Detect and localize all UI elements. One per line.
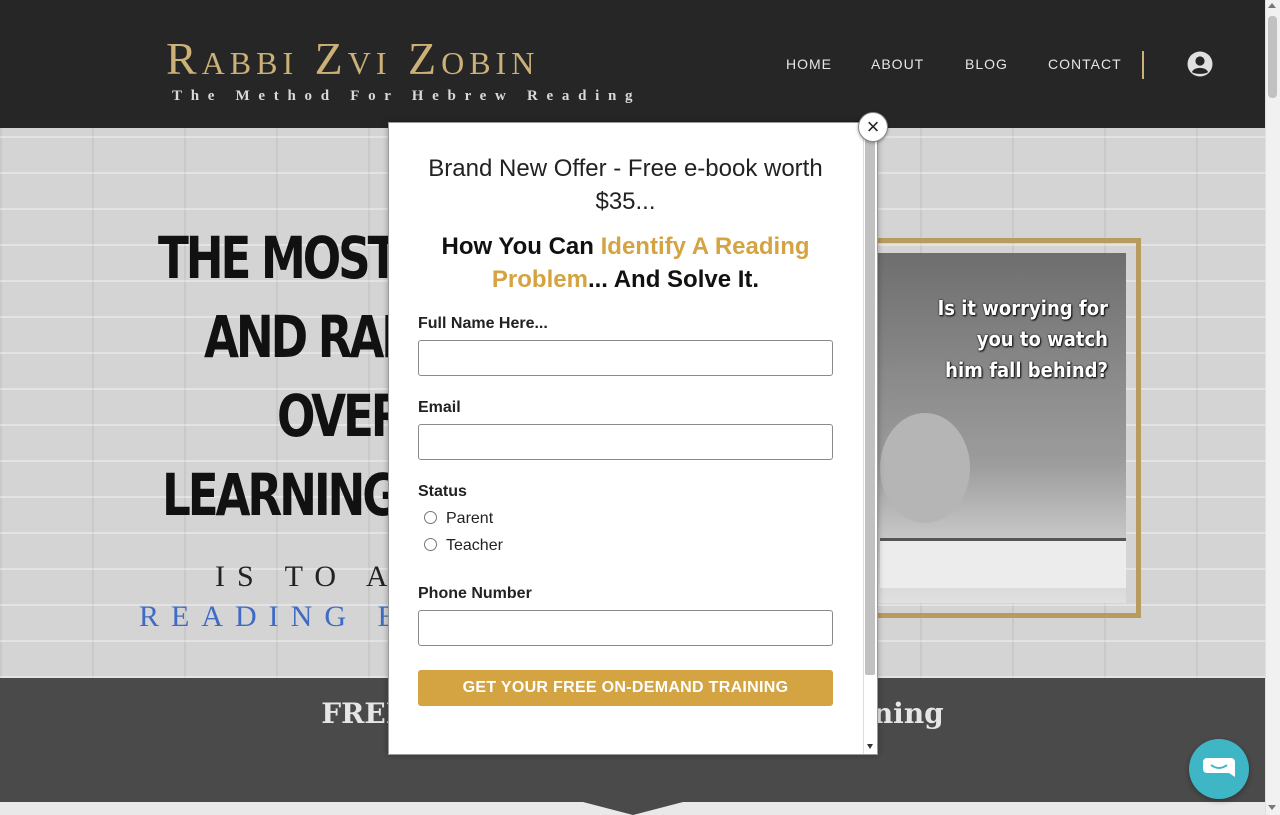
status-label: Status xyxy=(418,483,467,500)
email-label: Email xyxy=(418,399,461,416)
offer-title: Brand New Offer - Free e-book worth $35.… xyxy=(428,155,823,215)
section-notch xyxy=(583,802,683,815)
modal-scrollbar-thumb[interactable] xyxy=(865,135,875,675)
scroll-up-icon[interactable] xyxy=(1268,3,1276,8)
photo-book-shape xyxy=(880,538,1126,588)
close-icon[interactable]: × xyxy=(858,112,888,142)
user-icon[interactable] xyxy=(1187,51,1213,77)
logo-title[interactable]: Rabbi Zvi Zobin xyxy=(166,34,539,84)
offer-headline-post: ... And Solve It. xyxy=(587,266,760,293)
page-scrollbar[interactable] xyxy=(1265,0,1280,815)
logo-subtitle: The Method For Hebrew Reading xyxy=(172,88,642,104)
nav-divider xyxy=(1142,51,1144,79)
get-training-button[interactable]: GET YOUR FREE ON-DEMAND TRAINING xyxy=(418,670,833,706)
nav-home[interactable]: HOME xyxy=(786,56,832,74)
photo-caption: Is it worrying for you to watch him fall… xyxy=(937,296,1108,382)
offer-headline: How You Can Identify A Reading Problem..… xyxy=(418,230,833,296)
radio-parent-label: Parent xyxy=(446,510,494,527)
phone-input[interactable] xyxy=(418,610,833,646)
radio-teacher[interactable] xyxy=(424,538,437,551)
radio-teacher-label: Teacher xyxy=(446,537,503,554)
modal-scroll-down-icon[interactable] xyxy=(867,744,873,749)
phone-label: Phone Number xyxy=(418,585,532,602)
full-name-label: Full Name Here... xyxy=(418,315,548,332)
offer-headline-pre: How You Can xyxy=(441,233,601,260)
nav-about[interactable]: ABOUT xyxy=(871,56,924,74)
chat-bubble-icon[interactable] xyxy=(1189,739,1249,799)
photo-child-shape xyxy=(880,413,970,523)
hero-photo: Is it worrying for you to watch him fall… xyxy=(860,253,1126,603)
full-name-input[interactable] xyxy=(418,340,833,376)
radio-parent[interactable] xyxy=(424,511,437,524)
nav-blog[interactable]: BLOG xyxy=(965,56,1008,74)
scroll-down-icon[interactable] xyxy=(1268,805,1276,810)
nav-contact[interactable]: CONTACT xyxy=(1048,56,1122,74)
page-scrollbar-thumb[interactable] xyxy=(1268,16,1277,98)
email-input[interactable] xyxy=(418,424,833,460)
